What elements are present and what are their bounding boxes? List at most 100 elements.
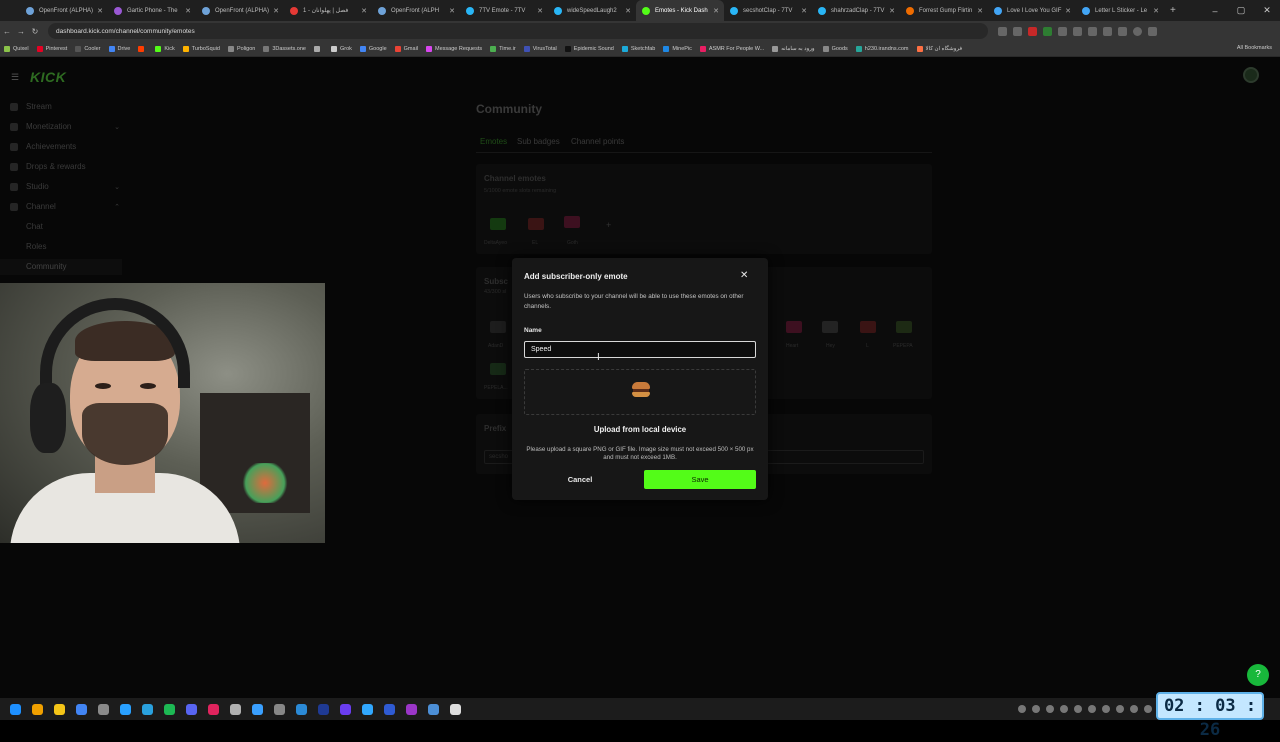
tray-icon[interactable] (1144, 705, 1152, 713)
emote-name-input[interactable]: Speed (524, 341, 756, 358)
sidebar-item-roles[interactable]: Roles (26, 242, 46, 251)
browser-tab[interactable]: OpenFront (ALPHA) ✕ (196, 0, 284, 21)
new-tab-icon[interactable]: + (1170, 5, 1176, 16)
tab-channel-points[interactable]: Channel points (571, 137, 624, 146)
emote-thumbnail[interactable] (822, 321, 838, 333)
bookmark-item[interactable]: Sketchfab (621, 45, 655, 52)
emote-thumbnail[interactable] (528, 218, 544, 230)
taskbar-app-icon[interactable] (26, 698, 48, 720)
taskbar-app-icon[interactable] (180, 698, 202, 720)
extension-icon[interactable] (998, 26, 1007, 36)
taskbar-app-icon[interactable] (136, 698, 158, 720)
start-icon[interactable] (4, 698, 26, 720)
sidebar-item-achievements[interactable]: Achievements (10, 142, 120, 151)
sidebar-item-drops[interactable]: Drops & rewards (10, 162, 120, 171)
sidebar-item-studio[interactable]: Studio ⌄ (10, 182, 120, 191)
sidebar-item-monetization[interactable]: Monetization ⌄ (10, 122, 120, 131)
taskbar-app-icon[interactable] (268, 698, 290, 720)
help-chat-icon[interactable]: ? (1247, 664, 1269, 686)
tray-icon[interactable] (1102, 705, 1110, 713)
taskbar-app-icon[interactable] (378, 698, 400, 720)
browser-tab[interactable]: secshotClap - 7TV ✕ (724, 0, 812, 21)
emote-thumbnail[interactable] (490, 218, 506, 230)
taskbar-app-icon[interactable] (312, 698, 334, 720)
sidebar-item-channel[interactable]: Channel ⌃ (10, 202, 120, 211)
bookmark-item[interactable] (138, 45, 147, 52)
maximize-icon[interactable]: ▢ (1228, 5, 1254, 16)
bookmark-item[interactable]: Kick (155, 45, 175, 52)
close-tab-icon[interactable]: ✕ (1153, 7, 1159, 15)
puzzle-icon[interactable] (1118, 26, 1127, 36)
browser-tab[interactable]: Emotes - Kick Dash ✕ (636, 0, 724, 21)
browser-tab[interactable]: OpenFront (ALPH ✕ (372, 0, 460, 21)
tray-icon[interactable] (1032, 705, 1040, 713)
bookmark-item[interactable]: VirusTotal (523, 45, 557, 52)
bookmark-item[interactable]: h230.irandns.com (855, 45, 909, 52)
taskbar-app-icon[interactable] (92, 698, 114, 720)
bookmark-item[interactable] (313, 45, 323, 52)
sidebar-item-stream[interactable]: Stream (10, 102, 120, 111)
close-tab-icon[interactable]: ✕ (977, 7, 983, 15)
emote-thumbnail[interactable] (860, 321, 876, 333)
star-icon[interactable] (1013, 26, 1022, 36)
taskbar-app-icon[interactable] (356, 698, 378, 720)
bookmark-item[interactable]: TurboSquid (182, 45, 220, 52)
bookmark-item[interactable]: Quixel (4, 45, 29, 52)
browser-tab[interactable]: 7TV Emote - 7TV ✕ (460, 0, 548, 21)
taskbar-app-icon[interactable] (334, 698, 356, 720)
close-tab-icon[interactable]: ✕ (273, 7, 279, 15)
taskbar-app-icon[interactable] (444, 698, 466, 720)
bookmark-item[interactable]: ASMR For People W... (699, 45, 764, 52)
upload-dropzone[interactable] (524, 369, 756, 415)
forward-icon[interactable]: → (14, 27, 28, 36)
tray-icon[interactable] (1116, 705, 1124, 713)
browser-tab[interactable]: Gartic Phone - The ✕ (108, 0, 196, 21)
close-window-icon[interactable]: ✕ (1254, 5, 1280, 16)
emote-thumbnail[interactable] (490, 363, 506, 375)
taskbar-app-icon[interactable] (158, 698, 180, 720)
tray-icon[interactable] (1060, 705, 1068, 713)
bookmark-item[interactable]: Google (359, 45, 387, 52)
close-tab-icon[interactable]: ✕ (537, 7, 543, 15)
bookmark-item[interactable]: فروشگاه ان کالا (916, 45, 962, 52)
bookmark-item[interactable]: 3Dassets.one (263, 45, 306, 52)
cancel-button[interactable]: Cancel (524, 470, 636, 489)
taskbar-app-icon[interactable] (422, 698, 444, 720)
taskbar-app-icon[interactable] (400, 698, 422, 720)
menu-icon[interactable] (1148, 26, 1157, 36)
all-bookmarks-link[interactable]: All Bookmarks (1237, 45, 1272, 51)
close-tab-icon[interactable]: ✕ (97, 7, 103, 15)
browser-tab[interactable]: 1 - فصل | پهلوانان ✕ (284, 0, 372, 21)
bookmark-item[interactable]: Gmail (394, 45, 418, 52)
browser-tab[interactable]: Forrest Gump Flirtin ✕ (900, 0, 988, 21)
bookmark-item[interactable]: Message Requests (426, 45, 482, 52)
bookmark-item[interactable]: MinePic (663, 45, 692, 52)
add-emote-icon[interactable]: + (606, 220, 611, 230)
tray-icon[interactable] (1046, 705, 1054, 713)
extension-icon[interactable] (1103, 26, 1112, 36)
emote-thumbnail[interactable] (490, 321, 506, 333)
extension-icon[interactable] (1028, 26, 1037, 36)
bookmark-item[interactable]: Goods (822, 45, 848, 52)
close-tab-icon[interactable]: ✕ (1065, 7, 1071, 15)
close-tab-icon[interactable]: ✕ (801, 7, 807, 15)
taskbar-app-icon[interactable] (202, 698, 224, 720)
back-icon[interactable]: ← (0, 27, 14, 36)
minimize-icon[interactable]: – (1202, 6, 1228, 16)
taskbar-app-icon[interactable] (224, 698, 246, 720)
extension-icon[interactable] (1073, 26, 1082, 36)
profile-icon[interactable] (1133, 26, 1142, 36)
bookmark-item[interactable]: Drive (108, 45, 130, 52)
close-tab-icon[interactable]: ✕ (185, 7, 191, 15)
browser-tab[interactable]: shahrzadClap - 7TV ✕ (812, 0, 900, 21)
emote-thumbnail[interactable] (564, 216, 580, 228)
reload-icon[interactable]: ↻ (28, 27, 42, 36)
browser-tab[interactable]: wideSpeedLaugh2 ✕ (548, 0, 636, 21)
taskbar-app-icon[interactable] (70, 698, 92, 720)
bookmark-item[interactable]: Grok (330, 45, 352, 52)
bookmark-item[interactable]: Poligon (227, 45, 255, 52)
taskbar-app-icon[interactable] (290, 698, 312, 720)
close-tab-icon[interactable]: ✕ (713, 7, 719, 15)
tray-icon[interactable] (1130, 705, 1138, 713)
tab-sub-badges[interactable]: Sub badges (517, 137, 560, 146)
